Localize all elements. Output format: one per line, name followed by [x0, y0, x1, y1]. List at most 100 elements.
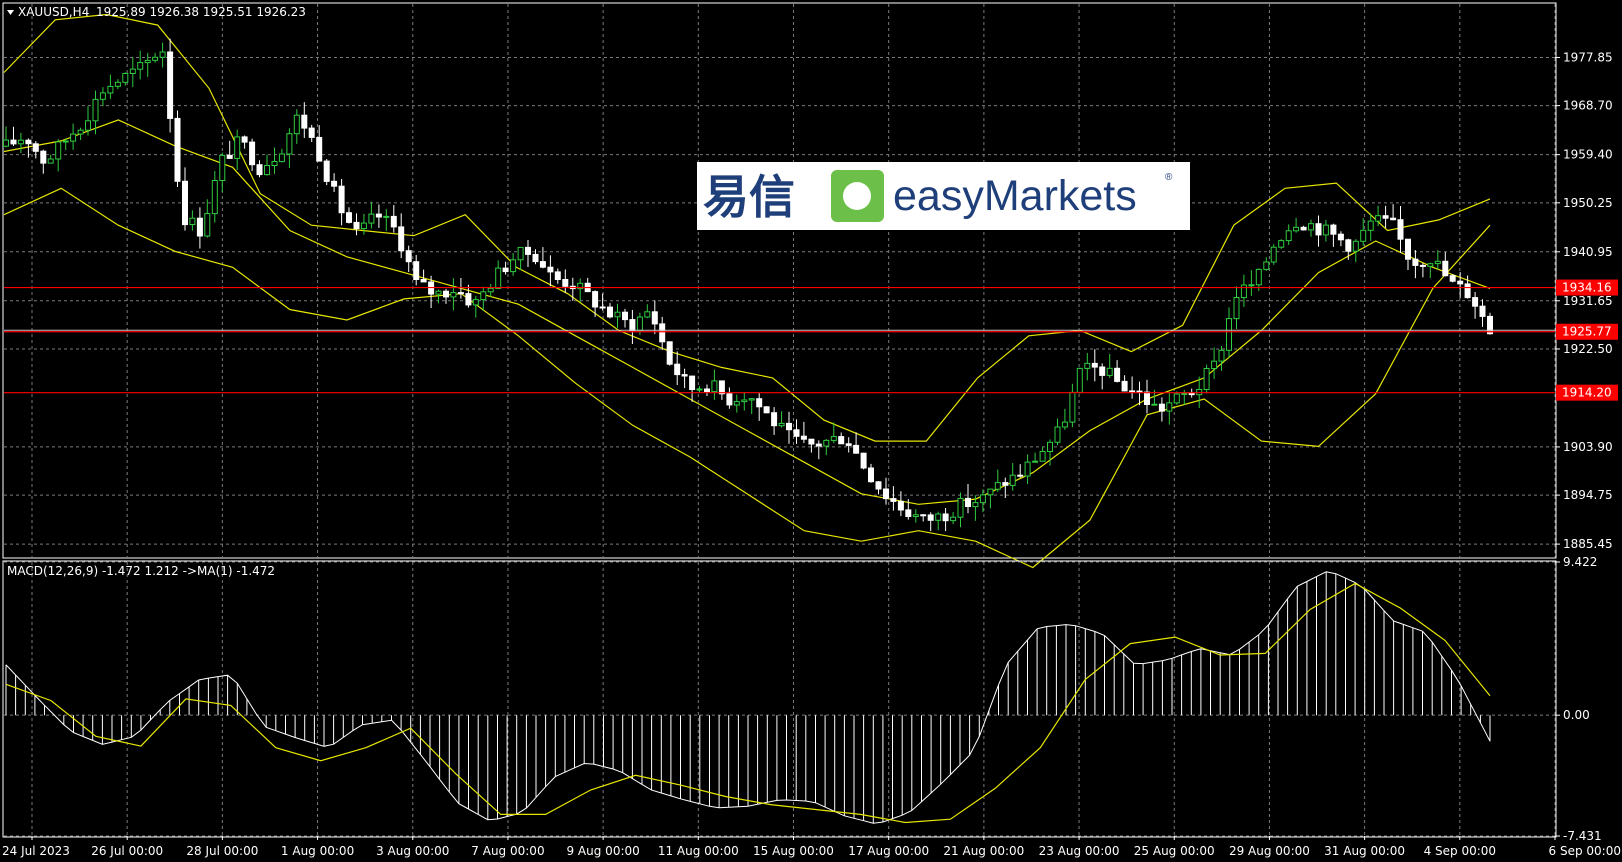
bull-candle	[1047, 441, 1053, 452]
bear-candle	[196, 217, 203, 237]
bull-candle	[1240, 284, 1247, 299]
bear-candle	[689, 375, 696, 391]
bear-candle	[1121, 380, 1128, 392]
bull-candle	[1360, 229, 1367, 242]
bull-candle	[129, 68, 136, 74]
bear-candle	[592, 291, 599, 308]
bull-candle	[1032, 460, 1039, 463]
bull-candle	[92, 98, 99, 122]
time-label: 29 Aug 00:00	[1229, 844, 1310, 858]
bear-candle	[942, 513, 949, 522]
bull-candle	[70, 133, 77, 142]
bear-candle	[532, 253, 539, 263]
bull-candle	[510, 259, 517, 273]
time-label: 24 Jul 2023	[2, 844, 70, 858]
level-price-label: 1914.20	[1562, 386, 1612, 400]
bear-candle	[890, 498, 897, 502]
bear-candle	[420, 279, 427, 283]
bull-candle	[3, 139, 9, 147]
bear-candle	[965, 497, 971, 507]
bear-candle	[927, 514, 934, 521]
bear-candle	[174, 117, 181, 182]
bear-candle	[353, 221, 360, 230]
bull-candle	[122, 73, 129, 83]
bull-candle	[495, 267, 502, 289]
bear-candle	[666, 341, 673, 365]
macd-tick-label: 9.422	[1563, 555, 1597, 569]
bear-candle	[793, 429, 800, 437]
bear-candle	[1345, 239, 1352, 252]
bear-candle	[241, 136, 248, 143]
bull-candle	[85, 120, 91, 131]
bull-candle	[1285, 230, 1292, 242]
bear-candle	[40, 150, 47, 164]
symbol-header: XAUUSD,H4 1925.89 1926.38 1925.51 1926.2…	[7, 5, 306, 19]
bear-candle	[622, 311, 628, 321]
time-label: 3 Aug 00:00	[376, 844, 449, 858]
bear-candle	[1442, 260, 1449, 277]
bear-candle	[10, 139, 17, 145]
bull-candle	[957, 497, 964, 518]
bear-candle	[346, 212, 352, 223]
price-tick-label: 1959.40	[1563, 148, 1613, 162]
bull-candle	[1211, 360, 1218, 370]
bear-candle	[1158, 403, 1165, 412]
bear-candle	[398, 226, 405, 252]
macd-tick-label: -7.431	[1563, 829, 1602, 843]
bear-candle	[1114, 367, 1121, 382]
bear-candle	[845, 443, 852, 446]
bear-candle	[681, 374, 688, 377]
bear-candle	[1487, 315, 1493, 335]
bull-candle	[644, 311, 651, 318]
price-tick-label: 1903.90	[1563, 440, 1613, 454]
bull-candle	[293, 114, 300, 135]
bear-candle	[1419, 264, 1426, 267]
time-label: 6 Sep 00:00	[1549, 844, 1621, 858]
bull-candle	[480, 291, 487, 301]
bear-candle	[1099, 366, 1106, 376]
bear-candle	[1337, 233, 1344, 241]
bear-candle	[726, 393, 733, 406]
time-label: 23 Aug 00:00	[1039, 844, 1120, 858]
bear-candle	[629, 319, 636, 332]
bull-candle	[711, 380, 718, 393]
bear-candle	[599, 306, 606, 309]
macd-header: MACD(12,26,9) -1.472 1.212 ->MA(1) -1.47…	[7, 564, 275, 578]
bull-candle	[1039, 451, 1046, 462]
bear-candle	[32, 143, 39, 152]
bear-candle	[920, 514, 927, 517]
bear-candle	[249, 141, 256, 166]
price-tick-label: 1922.50	[1563, 342, 1613, 356]
bear-candle	[853, 444, 860, 454]
bull-candle	[1293, 226, 1300, 232]
time-label: 28 Jul 00:00	[186, 844, 258, 858]
bull-candle	[830, 436, 837, 441]
bear-candle	[1136, 390, 1143, 393]
bull-candle	[137, 62, 144, 70]
bear-candle	[167, 51, 174, 119]
bear-candle	[525, 246, 531, 255]
time-label: 7 Aug 00:00	[471, 844, 544, 858]
bull-candle	[912, 514, 919, 517]
bull-candle	[264, 165, 270, 176]
bull-candle	[47, 158, 54, 164]
bull-candle	[211, 180, 218, 215]
bull-candle	[1375, 215, 1382, 222]
bull-candle	[1009, 474, 1016, 486]
bull-candle	[987, 488, 994, 496]
time-label: 9 Aug 00:00	[566, 844, 639, 858]
bull-candle	[450, 292, 457, 298]
bull-candle	[278, 153, 285, 163]
time-label: 25 Aug 00:00	[1134, 844, 1215, 858]
macd-tick-label: 0.00	[1563, 708, 1590, 722]
bull-candle	[1084, 362, 1091, 369]
bull-candle	[1233, 297, 1240, 320]
logo-mark-circle	[843, 182, 871, 210]
bear-candle	[1017, 474, 1024, 477]
bull-candle	[204, 213, 211, 237]
bear-candle	[226, 154, 233, 159]
bear-candle	[1412, 258, 1419, 266]
bear-candle	[897, 500, 904, 511]
time-label: 31 Aug 00:00	[1324, 844, 1405, 858]
bear-candle	[457, 292, 464, 295]
